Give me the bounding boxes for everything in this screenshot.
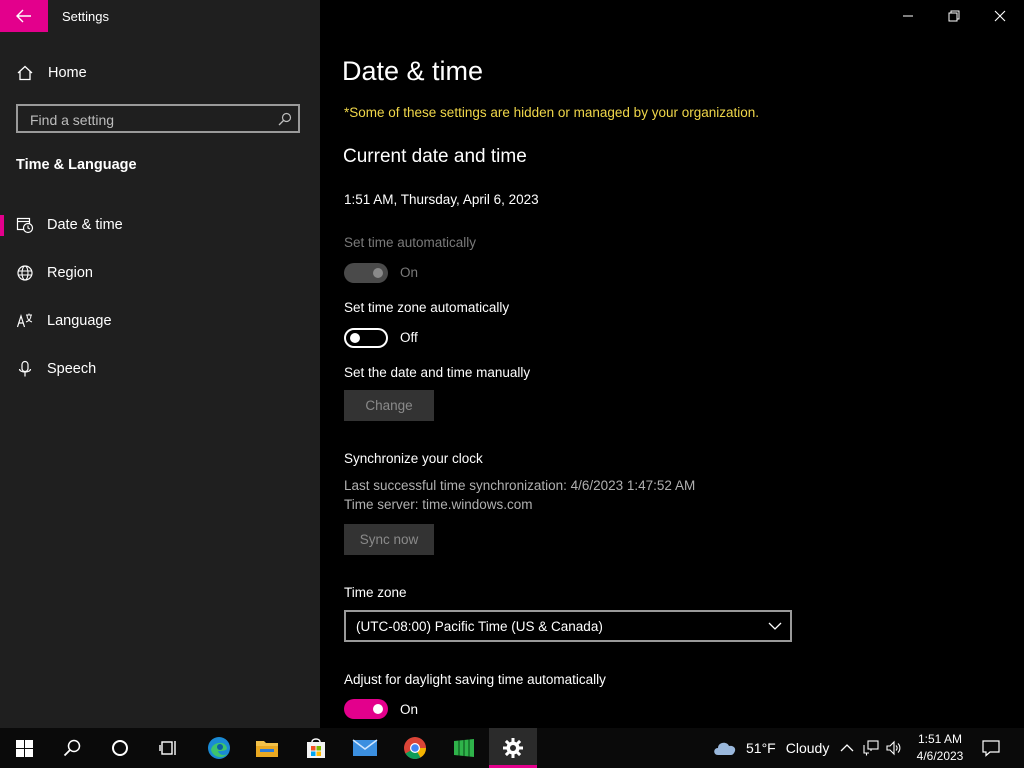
- org-notice: *Some of these settings are hidden or ma…: [344, 105, 760, 120]
- dst-label: Adjust for daylight saving time automati…: [344, 672, 606, 687]
- timezone-dropdown[interactable]: (UTC-08:00) Pacific Time (US & Canada): [344, 610, 792, 642]
- sidebar-item-label: Language: [47, 313, 112, 329]
- current-datetime: 1:51 AM, Thursday, April 6, 2023: [344, 192, 539, 207]
- auto-timezone-label: Set time zone automatically: [344, 300, 510, 315]
- microsoft-store-button[interactable]: [292, 728, 340, 768]
- search-icon: [63, 739, 81, 757]
- chevron-down-icon: [768, 622, 782, 630]
- notification-center-button[interactable]: [976, 728, 1006, 768]
- search-input[interactable]: [28, 110, 272, 130]
- network-icon[interactable]: [863, 740, 879, 756]
- change-button[interactable]: Change: [344, 390, 434, 421]
- sidebar-item-label: Home: [48, 65, 87, 81]
- timezone-label: Time zone: [344, 585, 407, 600]
- timezone-value: (UTC-08:00) Pacific Time (US & Canada): [356, 619, 603, 634]
- sync-now-button[interactable]: Sync now: [344, 524, 434, 555]
- auto-time-state: On: [400, 265, 419, 280]
- sync-clock-label: Synchronize your clock: [344, 451, 483, 466]
- mail-icon: [352, 739, 378, 756]
- sidebar-item-label: Region: [47, 265, 93, 281]
- windows-logo-icon: [15, 739, 33, 757]
- selected-indicator: [0, 215, 4, 236]
- clock-date: 4/6/2023: [916, 749, 964, 763]
- green-app-button[interactable]: [440, 728, 488, 768]
- folder-icon: [256, 741, 278, 757]
- clock-time: 1:51 AM: [917, 732, 963, 746]
- minimize-button[interactable]: [885, 0, 931, 32]
- language-icon: [16, 313, 33, 328]
- section-label: Time & Language: [16, 157, 137, 173]
- sidebar-item-label: Date & time: [47, 217, 123, 233]
- auto-timezone-state: Off: [400, 330, 418, 345]
- search-box[interactable]: [16, 104, 300, 133]
- toggle-knob: [350, 333, 360, 343]
- page-title: Date & time: [342, 56, 484, 86]
- sidebar: Settings Home Time & Language Date & tim…: [0, 0, 320, 728]
- home-icon: [17, 65, 33, 81]
- toggle-knob: [373, 268, 383, 278]
- chrome-button[interactable]: [391, 728, 439, 768]
- app-title: Settings: [62, 9, 109, 24]
- weather-widget[interactable]: 51°F Cloudy: [712, 728, 829, 768]
- taskbar: 51°F Cloudy 1:51 AM 4/6/2023: [0, 728, 1024, 768]
- close-icon: [994, 10, 1006, 22]
- sidebar-item-home[interactable]: Home: [0, 53, 320, 93]
- sidebar-item-label: Speech: [47, 361, 97, 377]
- taskbar-search-button[interactable]: [48, 728, 96, 768]
- sidebar-item-region[interactable]: Region: [0, 253, 320, 293]
- section-heading: Current date and time: [343, 146, 527, 167]
- mail-button[interactable]: [341, 728, 389, 768]
- edge-button[interactable]: [195, 728, 243, 768]
- main-pane: Date & time *Some of these settings are …: [320, 0, 1024, 728]
- chrome-icon: [404, 737, 426, 759]
- store-icon: [307, 738, 325, 758]
- toggle-knob: [373, 704, 383, 714]
- edge-icon: [208, 737, 230, 759]
- taskbar-clock[interactable]: 1:51 AM 4/6/2023: [912, 731, 968, 765]
- dst-toggle[interactable]: [344, 699, 388, 719]
- back-button[interactable]: [0, 0, 48, 32]
- close-button[interactable]: [977, 0, 1023, 32]
- start-button[interactable]: [0, 728, 48, 768]
- chevron-up-icon[interactable]: [839, 740, 855, 756]
- sidebar-item-language[interactable]: Language: [0, 301, 320, 341]
- task-view-button[interactable]: [144, 728, 192, 768]
- dst-state: On: [400, 702, 419, 717]
- restore-button[interactable]: [931, 0, 977, 32]
- file-explorer-button[interactable]: [243, 728, 291, 768]
- microphone-icon: [18, 360, 32, 377]
- volume-icon[interactable]: [886, 740, 902, 756]
- auto-time-toggle: [344, 263, 388, 283]
- last-sync-text: Last successful time synchronization: 4/…: [344, 478, 696, 493]
- manual-datetime-label: Set the date and time manually: [344, 365, 531, 380]
- minimize-icon: [903, 15, 913, 17]
- restore-icon: [948, 10, 960, 22]
- time-server-text: Time server: time.windows.com: [344, 497, 533, 512]
- sidebar-item-speech[interactable]: Speech: [0, 349, 320, 389]
- globe-icon: [17, 265, 33, 281]
- cortana-button[interactable]: [96, 728, 144, 768]
- back-arrow-icon: [16, 9, 31, 23]
- auto-timezone-toggle[interactable]: [344, 328, 388, 348]
- weather-temperature: 51°F: [746, 740, 776, 756]
- weather-condition: Cloudy: [785, 740, 830, 756]
- settings-button[interactable]: [489, 728, 537, 768]
- cloud-icon: [714, 742, 736, 755]
- task-view-icon: [159, 741, 176, 755]
- auto-time-label: Set time automatically: [344, 235, 477, 250]
- notification-icon: [982, 740, 1000, 757]
- search-icon[interactable]: [278, 112, 292, 126]
- clock-calendar-icon: [16, 217, 34, 234]
- cortana-icon: [112, 740, 128, 756]
- sidebar-item-date-time[interactable]: Date & time: [0, 205, 320, 245]
- gear-icon: [503, 738, 523, 758]
- app-icon: [454, 739, 474, 757]
